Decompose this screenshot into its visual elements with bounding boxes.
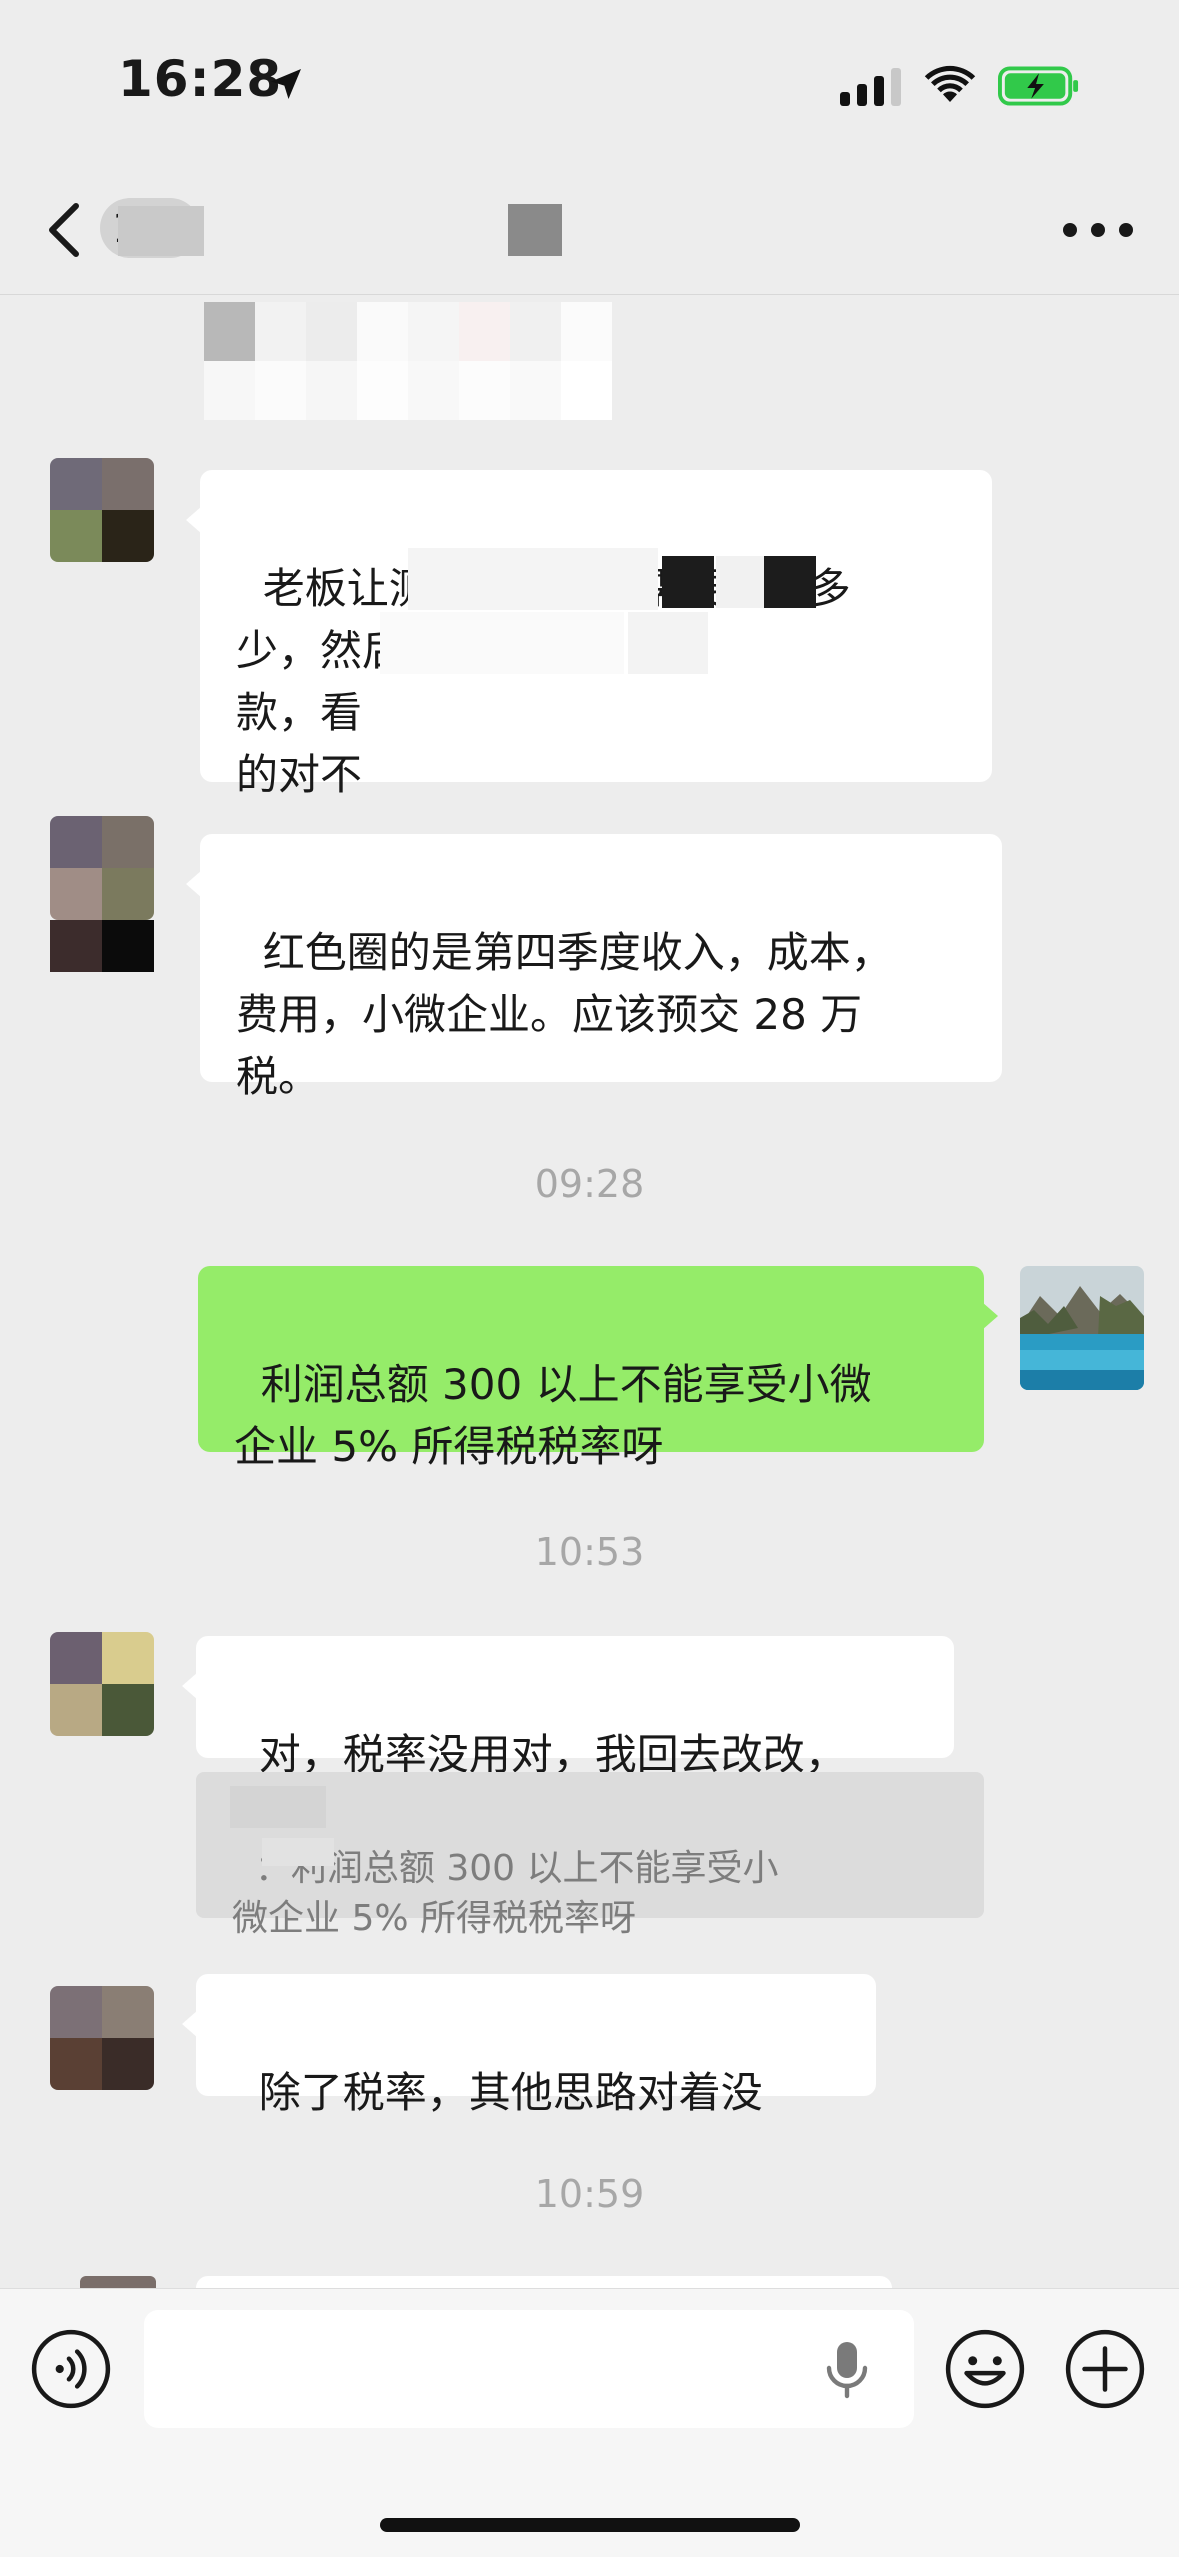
- redacted-text-block: [628, 612, 708, 674]
- timestamp: 09:28: [534, 1162, 645, 1206]
- status-time: 16:28: [118, 50, 283, 108]
- redacted-text-block: [262, 1838, 334, 1866]
- wifi-icon: [924, 65, 976, 102]
- cellular-signal-icon: [840, 66, 901, 106]
- emoji-icon[interactable]: [944, 2328, 1026, 2410]
- plus-circle-icon[interactable]: [1064, 2328, 1146, 2410]
- avatar[interactable]: [50, 816, 154, 920]
- location-arrow-icon: [271, 69, 301, 99]
- redacted-text-block: [380, 612, 624, 674]
- avatar[interactable]: [50, 1986, 154, 2090]
- more-dots-icon[interactable]: [1060, 210, 1136, 250]
- redacted-text-block: [716, 556, 764, 608]
- lake-landscape-avatar-image: [1020, 1266, 1144, 1390]
- message-input[interactable]: [144, 2310, 914, 2428]
- voice-mode-icon[interactable]: [30, 2328, 112, 2410]
- avatar-lower-strip: [50, 920, 154, 972]
- redacted-text-block: [764, 556, 816, 608]
- redacted-text-block: [662, 556, 714, 608]
- message-text: 红色圈的是第四季度收入，成本， 费用，小微企业。应该预交 28 万 税。: [236, 928, 893, 1101]
- blurred-image-fragment[interactable]: [204, 302, 612, 420]
- home-indicator: [380, 2518, 800, 2532]
- message-text: 利润总额 300 以上不能享受小微 企业 5% 所得税税率呀: [234, 1360, 872, 1471]
- timestamp: 10:53: [534, 1530, 645, 1574]
- message-bubble[interactable]: 红色圈的是第四季度收入，成本， 费用，小微企业。应该预交 28 万 税。: [186, 834, 1002, 1101]
- message-bubble-own[interactable]: 利润总额 300 以上不能享受小微 企业 5% 所得税税率呀: [198, 1266, 998, 1471]
- avatar[interactable]: [50, 1632, 154, 1736]
- battery-charging-icon: [998, 66, 1079, 106]
- timestamp: 10:59: [534, 2172, 645, 2216]
- message-text: 除了税率，其他思路对着没: [258, 2068, 763, 2117]
- redacted-text-block: [408, 548, 658, 610]
- redacted-text-block: [230, 1786, 326, 1828]
- message-bubble[interactable]: 除了税率，其他思路对着没: [182, 1974, 876, 2117]
- microphone-icon[interactable]: [822, 2338, 872, 2402]
- chevron-left-icon[interactable]: [44, 200, 84, 260]
- avatar[interactable]: [50, 458, 154, 562]
- message-bubble[interactable]: 对，税率没用对，我回去改改，: [182, 1636, 954, 1779]
- redacted-title-block: [118, 206, 204, 256]
- redacted-title-block: [508, 204, 562, 256]
- own-avatar[interactable]: [1020, 1266, 1144, 1390]
